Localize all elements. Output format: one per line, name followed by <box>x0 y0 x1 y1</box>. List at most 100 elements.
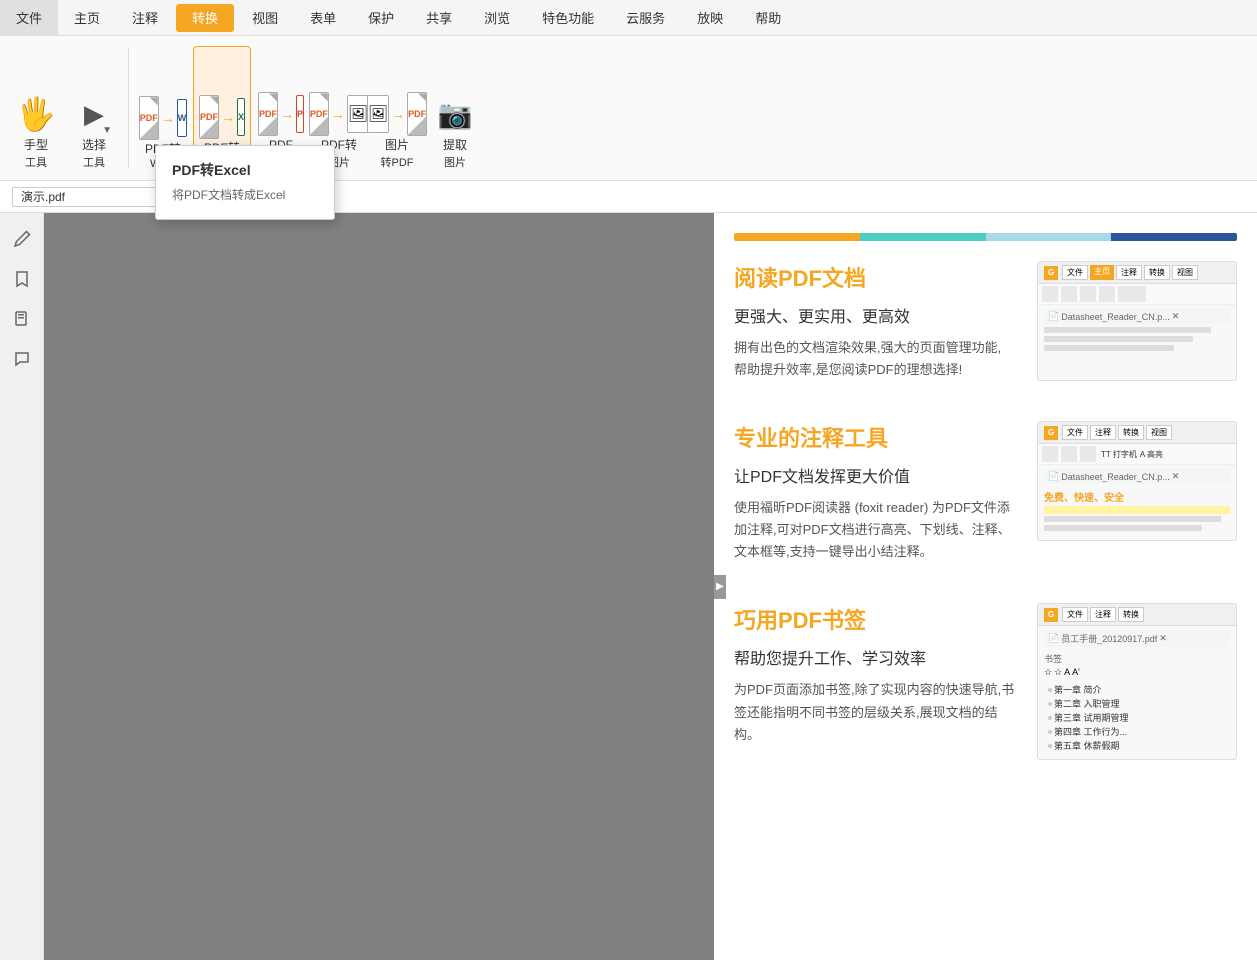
mini-tab-home: 主页 <box>1090 265 1114 280</box>
bookmark-section-subtitle: 帮助您提升工作、学习效率 <box>734 645 1017 669</box>
select-icon: ▶ ▼ <box>74 94 114 134</box>
menu-share[interactable]: 共享 <box>410 0 468 35</box>
feature-text-bookmark: 巧用PDF书签 帮助您提升工作、学习效率 为PDF页面添加书签,除了实现内容的快… <box>734 603 1017 745</box>
color-seg-darkblue <box>1111 233 1237 241</box>
mini-toolbar-annotate: TT 打字机 A 高亮 <box>1038 444 1236 465</box>
hand-icon: 🖐 <box>16 94 56 134</box>
document-panel: ▶ <box>44 213 714 960</box>
sidebar-bookmark-icon[interactable] <box>4 261 40 297</box>
hand-tool-button[interactable]: 🖐 手型 工具 <box>8 46 64 176</box>
menu-feature[interactable]: 特色功能 <box>526 0 610 35</box>
color-seg-teal <box>860 233 986 241</box>
mini-logo: G <box>1044 266 1058 280</box>
image-to-pdf-button[interactable]: 🖼 → PDF 图片 转PDF <box>369 46 425 176</box>
bookmark-icon-4: A' <box>1072 667 1080 678</box>
mini-line-1 <box>1044 327 1211 333</box>
mini-logo-annotate: G <box>1044 426 1058 440</box>
select-tool-label2: 工具 <box>83 154 105 170</box>
pdf-to-word-icon: PDF → W <box>143 98 183 138</box>
mini-content-read: 📄 Datasheet_Reader_CN.p... ✕ <box>1038 305 1236 358</box>
menu-cloud[interactable]: 云服务 <box>610 0 681 35</box>
mini-tab-b2: 注释 <box>1090 607 1116 622</box>
annotate-section-subtitle: 让PDF文档发挥更大价值 <box>734 463 1017 487</box>
select-tool-button[interactable]: ▶ ▼ 选择 工具 <box>66 46 122 176</box>
pdf-to-excel-icon: PDF → X <box>202 97 242 137</box>
bookmark-pdf-preview: G 文件 注释 转换 📄 员工手册_20120917.pdf ✕ 书签 <box>1037 603 1237 760</box>
mini-free-fast-safe: 免费、快速、安全 <box>1044 487 1230 506</box>
mini-header-bookmark: G 文件 注释 转换 <box>1038 604 1236 626</box>
feature-text-annotate: 专业的注释工具 让PDF文档发挥更大价值 使用福昕PDF阅读器 (foxit r… <box>734 421 1017 563</box>
annotate-section-title: 专业的注释工具 <box>734 421 1017 453</box>
bookmark-item-3: 第三章 试用期管理 <box>1048 711 1226 724</box>
mini-tabs-bookmark: 文件 注释 转换 <box>1062 607 1144 622</box>
menu-slideshow[interactable]: 放映 <box>681 0 739 35</box>
mini-label-tt: TT 打字机 <box>1101 449 1137 460</box>
dropdown-title: PDF转Excel <box>156 154 334 184</box>
mini-tab-file2: 文件 <box>1062 425 1088 440</box>
hand-tool-label: 手型 <box>24 138 48 154</box>
mini-tabs-annotate: 文件 注释 转换 视图 <box>1062 425 1172 440</box>
mini-bookmark-list: 第一章 简介 第二章 入职管理 第三章 试用期管理 第四章 工作行为... 第五… <box>1044 681 1230 755</box>
annotate-pdf-preview: G 文件 注释 转换 视图 TT 打字机 A 高亮 <box>1037 421 1237 541</box>
bookmark-section-title: 巧用PDF书签 <box>734 603 1017 635</box>
mini-bookmark-toolbar: ☆ ☆ A A' <box>1044 667 1230 678</box>
main-content: ▶ 阅读PDF文档 更强大、更实用、更高效 拥有出色的文档渲染效果,强大的页面管… <box>44 213 1257 960</box>
menu-home[interactable]: 主页 <box>58 0 116 35</box>
menu-file[interactable]: 文件 <box>0 0 58 35</box>
menu-form[interactable]: 表单 <box>294 0 352 35</box>
menu-convert[interactable]: 转换 <box>176 4 234 32</box>
menu-view[interactable]: 视图 <box>236 0 294 35</box>
extract-image-button[interactable]: 📷 提取 图片 <box>427 46 483 176</box>
mini-tab-file: 文件 <box>1062 265 1088 280</box>
mini-tab-b3: 转换 <box>1118 607 1144 622</box>
mini-line-3 <box>1044 345 1174 351</box>
menu-help[interactable]: 帮助 <box>739 0 797 35</box>
sidebar-pages-icon[interactable] <box>4 301 40 337</box>
left-sidebar <box>0 213 44 960</box>
read-section-subtitle: 更强大、更实用、更高效 <box>734 303 1017 327</box>
section-read-pdf: 阅读PDF文档 更强大、更实用、更高效 拥有出色的文档渲染效果,强大的页面管理功… <box>734 261 1237 381</box>
sidebar-comment-icon[interactable] <box>4 341 40 377</box>
pdf-to-image-icon: PDF → 🖼 <box>319 94 359 134</box>
extract-image-label2: 图片 <box>444 154 466 170</box>
read-section-body: 拥有出色的文档渲染效果,强大的页面管理功能, 帮助提升效率,是您阅读PDF的理想… <box>734 337 1017 381</box>
read-pdf-preview: G 文件 主页 注释 转换 视图 <box>1037 261 1237 381</box>
hand-tool-label2: 工具 <box>25 154 47 170</box>
mini-tab-comment: 注释 <box>1116 265 1142 280</box>
mini-line-2 <box>1044 336 1193 342</box>
mini-bookmark-label: 书签 <box>1044 650 1230 667</box>
mini-filename-bookmark: 📄 员工手册_20120917.pdf ✕ <box>1044 630 1230 647</box>
section-annotate: 专业的注释工具 让PDF文档发挥更大价值 使用福昕PDF阅读器 (foxit r… <box>734 421 1237 563</box>
feature-text-read: 阅读PDF文档 更强大、更实用、更高效 拥有出色的文档渲染效果,强大的页面管理功… <box>734 261 1017 381</box>
extract-image-label: 提取 <box>443 138 467 154</box>
mini-header-read: G 文件 主页 注释 转换 视图 <box>1038 262 1236 284</box>
mini-filename-annotate: 📄 Datasheet_Reader_CN.p... ✕ <box>1044 469 1230 484</box>
image-to-pdf-label: 图片 <box>385 138 409 154</box>
mini-logo-bookmark: G <box>1044 608 1058 622</box>
mini-tab-b1: 文件 <box>1062 607 1088 622</box>
color-seg-orange <box>734 233 860 241</box>
mini-btn-select <box>1061 286 1077 302</box>
mini-tab-convert: 转换 <box>1144 265 1170 280</box>
collapse-panel-button[interactable]: ▶ <box>714 575 726 599</box>
menu-browse[interactable]: 浏览 <box>468 0 526 35</box>
mini-tab-annot: 注释 <box>1090 425 1116 440</box>
menu-bar: 文件 主页 注释 转换 视图 表单 保护 共享 浏览 特色功能 云服务 放映 帮… <box>0 0 1257 36</box>
mini-btn-a3 <box>1080 446 1096 462</box>
mini-btn-edit <box>1080 286 1096 302</box>
mini-content-annotate: 📄 Datasheet_Reader_CN.p... ✕ 免费、快速、安全 <box>1038 465 1236 538</box>
mini-btn-clip <box>1099 286 1115 302</box>
sidebar-pencil-icon[interactable] <box>4 221 40 257</box>
pdf-to-ppt-icon: PDF → P <box>261 94 301 134</box>
section-bookmark: 巧用PDF书签 帮助您提升工作、学习效率 为PDF页面添加书签,除了实现内容的快… <box>734 603 1237 760</box>
feature-row-bookmark: 巧用PDF书签 帮助您提升工作、学习效率 为PDF页面添加书签,除了实现内容的快… <box>734 603 1237 760</box>
menu-comment[interactable]: 注释 <box>116 0 174 35</box>
toolbar-divider-1 <box>128 48 129 168</box>
mini-tabs: 文件 主页 注释 转换 视图 <box>1062 265 1198 280</box>
mini-tab-convert2: 转换 <box>1118 425 1144 440</box>
menu-protect[interactable]: 保护 <box>352 0 410 35</box>
mini-tab-view2: 视图 <box>1146 425 1172 440</box>
mini-content-bookmark: 📄 员工手册_20120917.pdf ✕ 书签 ☆ ☆ A A' 第一章 简介… <box>1038 626 1236 759</box>
mini-highlight-text <box>1044 506 1230 514</box>
mini-filename-read: 📄 Datasheet_Reader_CN.p... ✕ <box>1044 309 1230 324</box>
